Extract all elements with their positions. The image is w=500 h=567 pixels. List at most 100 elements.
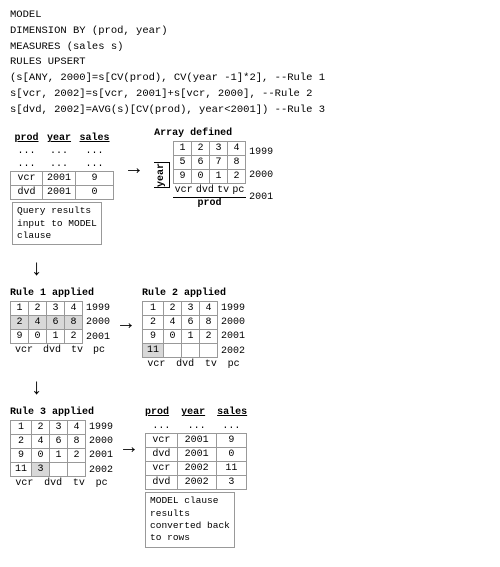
array-grid: 1 2 3 4 5 6 7 8: [173, 141, 246, 184]
grid-cell: [164, 344, 182, 358]
result-cell: 0: [216, 448, 247, 462]
query-annotation: Query results input to MODEL clause: [12, 202, 102, 245]
rule3-label: Rule 3 applied: [10, 407, 113, 418]
table-cell: 2001: [43, 172, 76, 186]
query-table: prod year sales ... ... ... ... ... ...: [10, 132, 114, 200]
code-line2: DIMENSION BY (prod, year): [10, 24, 490, 40]
grid-cell: 4: [228, 142, 246, 156]
grid-cell: 1: [11, 421, 32, 435]
rule2-grid: 1 2 3 4 2 4 6 8 9 0: [142, 301, 218, 358]
bottom-row: Rule 3 applied 1 2 3 4 2 4 6: [10, 407, 490, 547]
grid-cell: 5: [174, 156, 192, 170]
result-cell: dvd: [146, 476, 178, 490]
grid-cell: 1: [11, 302, 29, 316]
col-header-sales: sales: [76, 132, 114, 145]
grid-cell: [182, 344, 200, 358]
dot-cell: ...: [76, 158, 114, 172]
result-cell: vcr: [146, 462, 178, 476]
dot-cell: ...: [11, 158, 43, 172]
arrow-to-array: →: [128, 158, 140, 245]
rule3-grid: 1 2 3 4 2 4 6 8 9 0: [10, 420, 86, 477]
code-line4: RULES UPSERT: [10, 55, 490, 71]
arrow-rule3-to-result: →: [123, 437, 135, 460]
array-col-labels: vcrdvdtvpc: [173, 185, 246, 196]
result-table: ... ... ... vcr 2001 9 dvd 2001 0: [145, 420, 247, 490]
grid-cell: 1: [143, 302, 164, 316]
grid-cell-highlighted: 6: [47, 316, 65, 330]
dot-cell: ...: [43, 158, 76, 172]
rule2-col-labels: vcrdvdtvpc: [142, 359, 245, 370]
grid-cell: 2: [29, 302, 47, 316]
grid-cell: [200, 344, 218, 358]
rule3-row-labels: 1999 2000 2001 2002: [89, 420, 113, 477]
grid-cell-highlighted: 8: [65, 316, 83, 330]
prod-axis-label: prod: [173, 197, 246, 209]
main-diagram: prod year sales ... ... ... ... ... ...: [10, 128, 490, 547]
array-row-labels: 1999 2000 2001: [249, 141, 273, 209]
result-cell: 9: [216, 434, 247, 448]
result-panel: prod year sales ... ... ... vcr 2001 9: [145, 407, 247, 547]
query-results-panel: prod year sales ... ... ... ... ... ...: [10, 132, 114, 245]
grid-cell: 9: [11, 449, 32, 463]
grid-cell: 4: [200, 302, 218, 316]
result-cell: 3: [216, 476, 247, 490]
grid-cell: 3: [47, 302, 65, 316]
grid-cell: 3: [50, 421, 68, 435]
grid-cell: 6: [50, 435, 68, 449]
rule2-panel: Rule 2 applied 1 2 3 4 2 4 6: [142, 288, 245, 370]
grid-cell: [50, 463, 68, 477]
grid-cell-highlighted: 2: [11, 316, 29, 330]
grid-cell: 2: [200, 330, 218, 344]
grid-cell: 2: [164, 302, 182, 316]
grid-cell: [68, 463, 86, 477]
rule1-row-labels: 1999 2000 2001: [86, 301, 110, 344]
grid-cell: 7: [210, 156, 228, 170]
grid-cell: 3: [182, 302, 200, 316]
grid-cell: 0: [29, 330, 47, 344]
result-cell: 11: [216, 462, 247, 476]
grid-cell: 11: [11, 463, 32, 477]
grid-cell: 2: [143, 316, 164, 330]
result-cell: 2002: [177, 476, 216, 490]
grid-cell: 0: [192, 170, 210, 184]
grid-cell: 1: [210, 170, 228, 184]
result-cell: 2002: [177, 462, 216, 476]
rule1-label: Rule 1 applied: [10, 288, 110, 299]
result-annotation: MODEL clause results converted back to r…: [145, 492, 235, 547]
result-cell: 2001: [177, 434, 216, 448]
table-cell: 2001: [43, 186, 76, 200]
array-defined-panel: Array defined year 1 2 3 4: [154, 128, 273, 245]
grid-cell: 2: [68, 449, 86, 463]
code-line1: MODEL: [10, 8, 490, 24]
down-arrow-row1: ↓: [30, 257, 490, 282]
grid-cell: 0: [32, 449, 50, 463]
grid-cell: 8: [228, 156, 246, 170]
result-table-label: prod year sales: [145, 407, 247, 418]
grid-cell: 1: [50, 449, 68, 463]
table-cell: 0: [76, 186, 114, 200]
table-cell: dvd: [11, 186, 43, 200]
grid-cell: 1: [47, 330, 65, 344]
table-cell: 9: [76, 172, 114, 186]
result-cell: vcr: [146, 434, 178, 448]
rule3-col-labels: vcrdvdtvpc: [10, 478, 113, 489]
col-header-prod: prod: [11, 132, 43, 145]
dot-cell: ...: [76, 145, 114, 158]
dot-cell: ...: [43, 145, 76, 158]
grid-cell-highlighted: 3: [32, 463, 50, 477]
grid-cell: 3: [210, 142, 228, 156]
grid-cell: 1: [182, 330, 200, 344]
rule2-label: Rule 2 applied: [142, 288, 245, 299]
rule1-col-labels: vcrdvdtvpc: [10, 345, 110, 356]
grid-cell: 2: [228, 170, 246, 184]
grid-cell: 9: [174, 170, 192, 184]
code-block: MODEL DIMENSION BY (prod, year) MEASURES…: [10, 8, 490, 118]
grid-cell: 4: [65, 302, 83, 316]
grid-cell: 8: [68, 435, 86, 449]
down-arrow-2: ↓: [30, 376, 490, 401]
grid-cell: 6: [182, 316, 200, 330]
grid-cell: 4: [68, 421, 86, 435]
down-arrow-1: ↓: [30, 257, 43, 282]
arrow-rule1-to-rule2: →: [120, 313, 132, 336]
grid-cell: 0: [164, 330, 182, 344]
